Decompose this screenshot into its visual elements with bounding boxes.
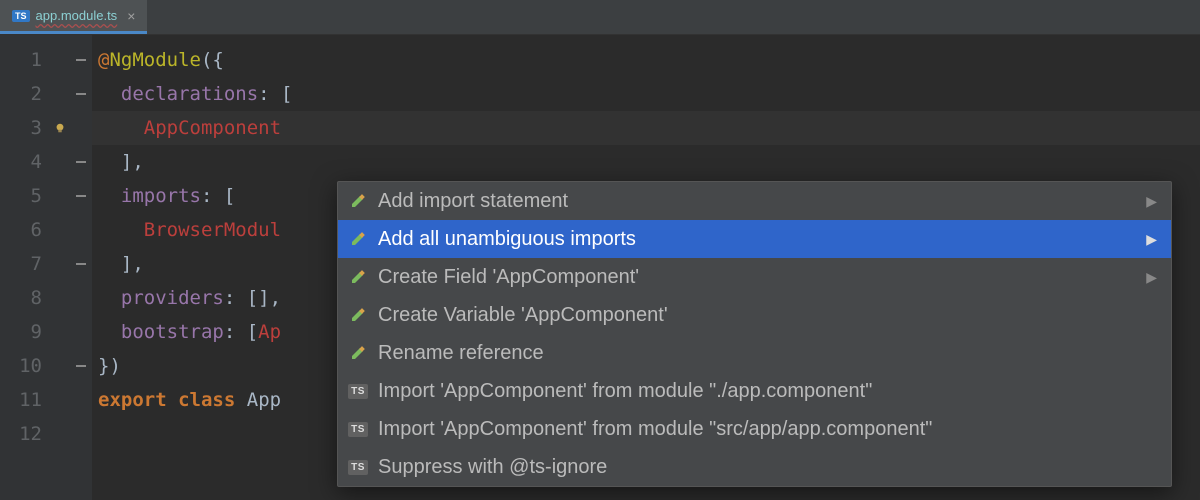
intention-action-item[interactable]: Add import statement ▶ xyxy=(338,182,1171,220)
intention-action-label: Rename reference xyxy=(378,342,1157,365)
intention-action-item[interactable]: TS Import 'AppComponent' from module "./a… xyxy=(338,372,1171,410)
tab-bar: TS app.module.ts × xyxy=(0,0,1200,35)
lightbulb-icon[interactable] xyxy=(54,122,66,134)
editor-area: 1 2 3 4 5 6 7 8 9 10 11 12 @NgModule({ d… xyxy=(0,35,1200,500)
intention-action-item[interactable]: Create Variable 'AppComponent' xyxy=(338,296,1171,334)
line-number: 9 xyxy=(0,315,70,349)
line-number: 11 xyxy=(0,383,70,417)
pencil-icon xyxy=(348,231,368,247)
code-line[interactable]: @NgModule({ xyxy=(92,43,1200,77)
intention-action-item[interactable]: TS Suppress with @ts-ignore xyxy=(338,448,1171,486)
fold-toggle[interactable] xyxy=(70,77,92,111)
intention-actions-popup: Add import statement▶Add all unambiguous… xyxy=(337,181,1172,487)
typescript-icon: TS xyxy=(348,460,368,475)
line-number: 5 xyxy=(0,179,70,213)
line-number: 10 xyxy=(0,349,70,383)
chevron-right-icon: ▶ xyxy=(1146,269,1157,286)
typescript-icon: TS xyxy=(12,10,30,22)
pencil-icon xyxy=(348,307,368,323)
intention-action-label: Create Field 'AppComponent' xyxy=(378,266,1136,289)
fold-toggle[interactable] xyxy=(70,43,92,77)
code-line[interactable]: ], xyxy=(92,145,1200,179)
chevron-right-icon: ▶ xyxy=(1146,193,1157,210)
code-line[interactable]: AppComponent xyxy=(92,111,1200,145)
pencil-icon xyxy=(348,345,368,361)
line-number: 4 xyxy=(0,145,70,179)
intention-action-label: Import 'AppComponent' from module "./app… xyxy=(378,380,1157,403)
intention-action-label: Import 'AppComponent' from module "src/a… xyxy=(378,418,1157,441)
close-icon[interactable]: × xyxy=(127,8,135,24)
intention-action-item[interactable]: Create Field 'AppComponent' ▶ xyxy=(338,258,1171,296)
pencil-icon xyxy=(348,193,368,209)
chevron-right-icon: ▶ xyxy=(1146,231,1157,248)
file-tab[interactable]: TS app.module.ts × xyxy=(0,0,147,34)
fold-toggle[interactable] xyxy=(70,145,92,179)
fold-toggle[interactable] xyxy=(70,349,92,383)
line-number: 1 xyxy=(0,43,70,77)
intention-action-label: Create Variable 'AppComponent' xyxy=(378,304,1157,327)
intention-action-item[interactable]: TS Import 'AppComponent' from module "src… xyxy=(338,410,1171,448)
line-number: 7 xyxy=(0,247,70,281)
line-number: 8 xyxy=(0,281,70,315)
fold-toggle[interactable] xyxy=(70,179,92,213)
typescript-icon: TS xyxy=(348,422,368,437)
line-number: 3 xyxy=(0,111,70,145)
line-number: 12 xyxy=(0,417,70,451)
fold-gutter xyxy=(70,35,92,500)
line-number-gutter: 1 2 3 4 5 6 7 8 9 10 11 12 xyxy=(0,35,70,500)
fold-toggle[interactable] xyxy=(70,247,92,281)
pencil-icon xyxy=(348,269,368,285)
intention-action-label: Add import statement xyxy=(378,190,1136,213)
typescript-icon: TS xyxy=(348,384,368,399)
intention-action-label: Add all unambiguous imports xyxy=(378,228,1136,251)
line-number: 6 xyxy=(0,213,70,247)
line-number: 2 xyxy=(0,77,70,111)
intention-action-item[interactable]: Add all unambiguous imports ▶ xyxy=(338,220,1171,258)
intention-action-item[interactable]: Rename reference xyxy=(338,334,1171,372)
code-line[interactable]: declarations: [ xyxy=(92,77,1200,111)
intention-action-label: Suppress with @ts-ignore xyxy=(378,456,1157,479)
tab-filename: app.module.ts xyxy=(36,8,118,23)
